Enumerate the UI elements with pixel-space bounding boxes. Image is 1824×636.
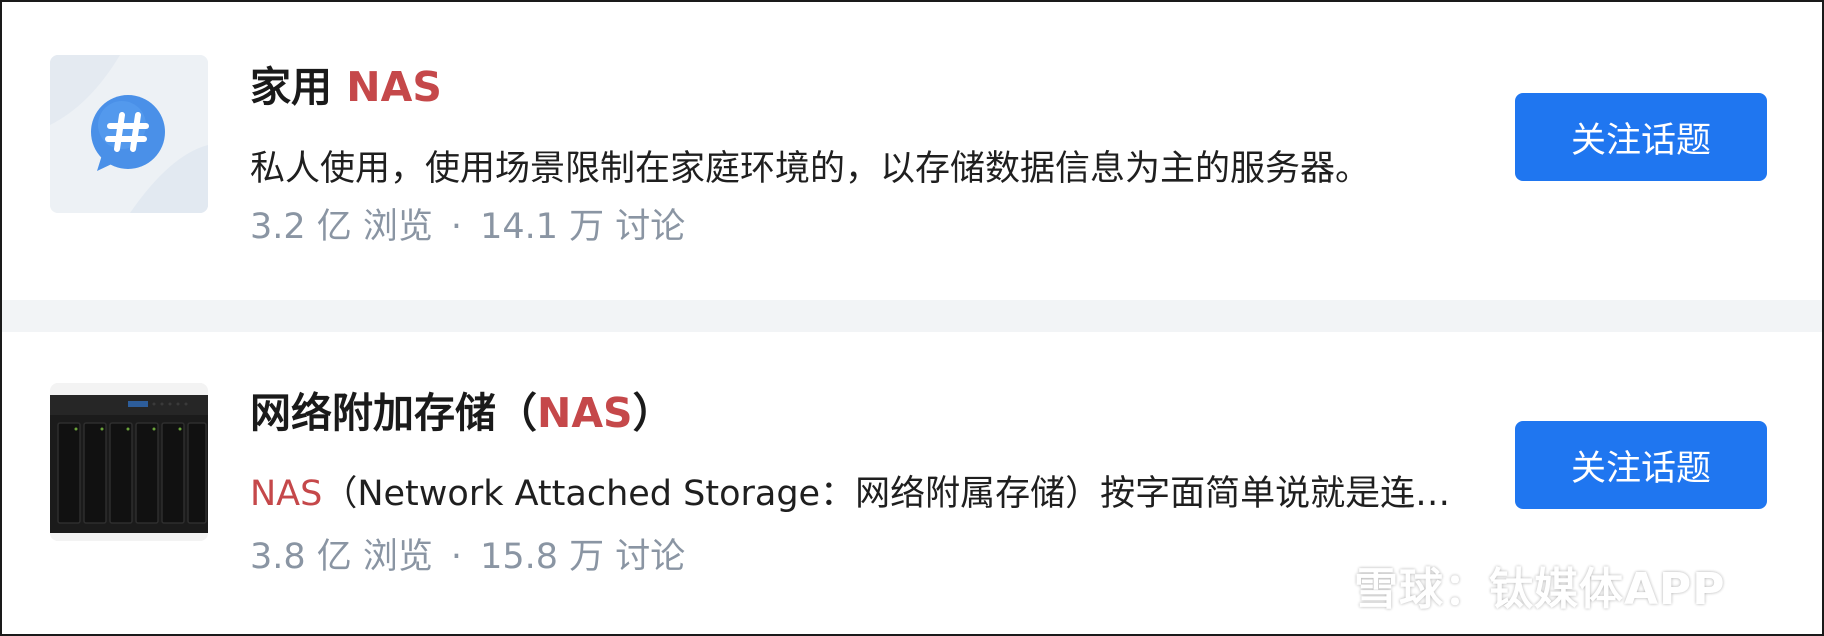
watermark: 雪球：钛媒体APP — [1282, 553, 1726, 617]
card-divider — [2, 300, 1822, 332]
views-count: 3.8 亿 浏览 — [250, 537, 433, 577]
follow-topic-button[interactable]: 关注话题 — [1515, 421, 1767, 509]
stats-separator: · — [450, 207, 463, 247]
title-suffix: ） — [632, 389, 674, 437]
title-highlight: NAS — [346, 63, 442, 111]
topic-card[interactable]: 家用 NAS 私人使用，使用场景限制在家庭环境的，以存储数据信息为主的服务器。 … — [2, 2, 1822, 300]
topic-description: 私人使用，使用场景限制在家庭环境的，以存储数据信息为主的服务器。 — [250, 152, 1370, 187]
discussions-count: 14.1 万 讨论 — [480, 207, 686, 247]
views-count: 3.2 亿 浏览 — [250, 207, 433, 247]
title-text: 家用 — [250, 63, 347, 111]
topic-description: NAS（Network Attached Storage：网络附属存储）按字面简… — [250, 477, 1450, 512]
discussions-count: 15.8 万 讨论 — [480, 537, 686, 577]
topic-stats: 3.8 亿 浏览 · 15.8 万 讨论 — [250, 540, 685, 575]
hashtag-bubble-icon — [50, 55, 208, 213]
title-highlight: NAS — [537, 389, 633, 437]
follow-topic-button[interactable]: 关注话题 — [1515, 93, 1767, 181]
stats-separator: · — [450, 537, 463, 577]
topic-thumbnail[interactable] — [50, 55, 208, 213]
description-text: （Network Attached Storage：网络附属存储）按字面简单说就… — [322, 474, 1451, 514]
watermark-text: 雪球：钛媒体APP — [1354, 564, 1726, 615]
topic-title[interactable]: 家用 NAS — [250, 67, 442, 108]
xueqiu-logo-icon — [1283, 556, 1341, 614]
nas-device-image — [50, 383, 208, 541]
description-highlight: NAS — [250, 474, 323, 514]
description-text: 私人使用，使用场景限制在家庭环境的，以存储数据信息为主的服务器。 — [250, 149, 1371, 189]
topic-stats: 3.2 亿 浏览 · 14.1 万 讨论 — [250, 210, 685, 245]
title-text: 网络附加存储（ — [250, 389, 537, 437]
topic-thumbnail[interactable] — [50, 383, 208, 541]
topic-title[interactable]: 网络附加存储（NAS） — [250, 393, 674, 434]
